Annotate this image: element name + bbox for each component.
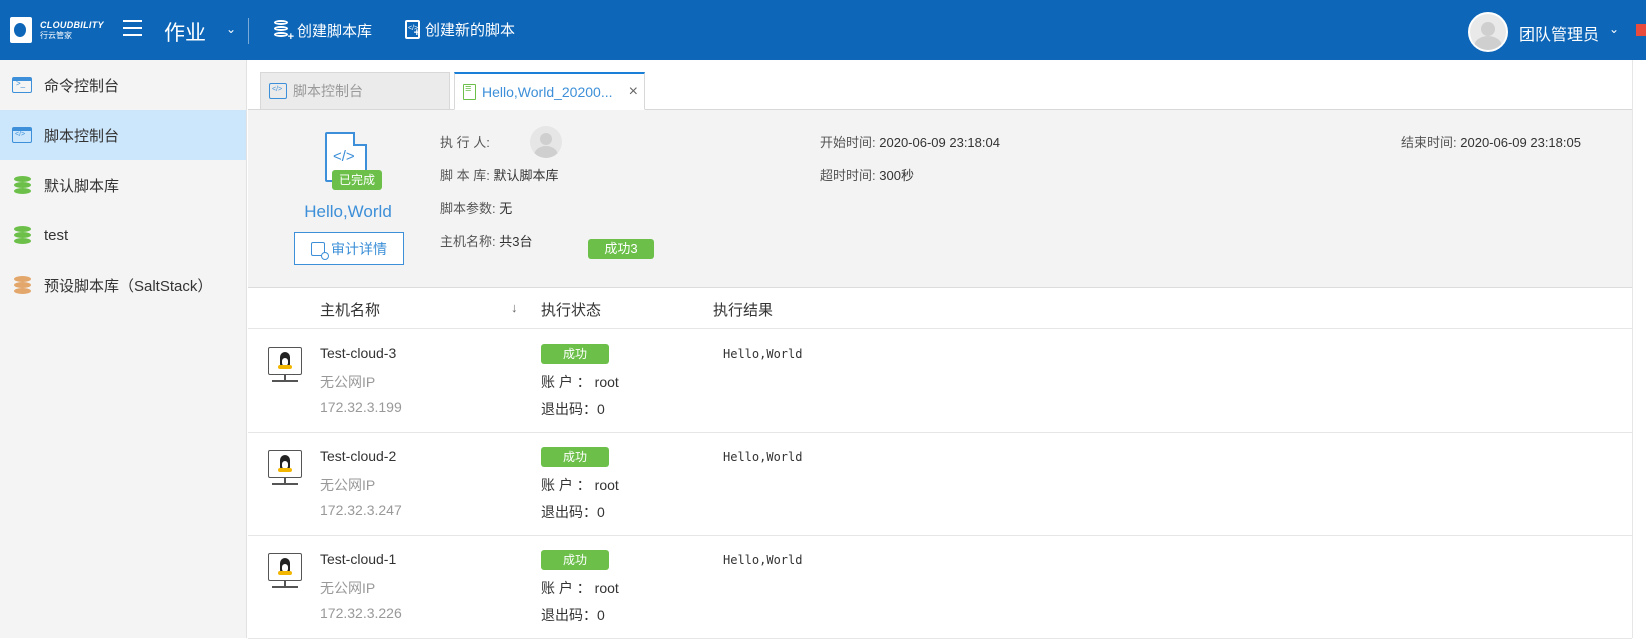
- scrollbar[interactable]: [1632, 60, 1646, 638]
- public-ip: 无公网IP: [320, 477, 376, 493]
- user-name[interactable]: 团队管理员: [1519, 21, 1599, 45]
- sidebar-item-script-console[interactable]: 脚本控制台: [0, 110, 246, 160]
- terminal-icon: [12, 77, 32, 93]
- private-ip: 172.32.3.247: [320, 502, 402, 518]
- linux-host-icon: [268, 450, 302, 478]
- column-host[interactable]: 主机名称: [320, 299, 380, 320]
- start-time-value: 2020-06-09 23:18:04: [879, 135, 1000, 150]
- audit-details-button[interactable]: 审计详情: [294, 232, 404, 265]
- tab-label: 脚本控制台: [293, 83, 363, 99]
- tab-script-console[interactable]: 脚本控制台: [260, 72, 450, 110]
- table-row: Test-cloud-1 无公网IP 172.32.3.226 成功 账 户 ：…: [248, 536, 1632, 639]
- status-badge: 成功: [541, 550, 609, 570]
- create-script-label: 创建新的脚本: [425, 22, 516, 39]
- create-library-label: 创建脚本库: [297, 22, 373, 40]
- create-script-button[interactable]: + 创建新的脚本: [405, 19, 515, 40]
- tab-bar: 脚本控制台 Hello,World_20200... ×: [248, 60, 1632, 110]
- exit-code: 退出码：0: [541, 401, 605, 417]
- account: 账 户 ： root: [541, 477, 619, 493]
- script-add-icon: +: [405, 20, 420, 39]
- linux-host-icon: [268, 347, 302, 375]
- account: 账 户 ： root: [541, 374, 619, 390]
- database-add-icon: +: [272, 19, 294, 43]
- start-time-field: 开始时间: 2020-06-09 23:18:04: [820, 135, 1000, 150]
- top-bar: CLOUDBILITY 行云管家 作业 ⌄ + 创建脚本库 + 创建新的脚本 团…: [0, 0, 1646, 60]
- host-name: Test-cloud-1: [320, 551, 397, 567]
- account: 账 户 ： root: [541, 580, 619, 596]
- hosts-field: 主机名称: 共3台: [440, 234, 533, 249]
- tab-label: Hello,World_20200...: [482, 83, 613, 100]
- sidebar-item-label: 命令控制台: [44, 77, 120, 95]
- tab-hello-world[interactable]: Hello,World_20200... ×: [454, 72, 645, 110]
- menu-icon[interactable]: [123, 20, 142, 36]
- audit-search-icon: [311, 241, 329, 260]
- timeout-value: 300秒: [879, 168, 914, 183]
- table-row: Test-cloud-3 无公网IP 172.32.3.199 成功 账 户 ：…: [248, 330, 1632, 433]
- status-badge: 成功: [541, 447, 609, 467]
- exit-code: 退出码：0: [541, 504, 605, 520]
- script-title: Hello,World: [304, 202, 392, 221]
- sidebar-item-label: 预设脚本库（SaltStack）: [44, 277, 213, 295]
- cloudbility-logo[interactable]: CLOUDBILITY 行云管家: [10, 12, 115, 48]
- private-ip: 172.32.3.226: [320, 605, 402, 621]
- sort-arrow-icon[interactable]: ↓: [511, 300, 518, 315]
- sidebar-item-label: test: [44, 226, 69, 244]
- sidebar-item-command-console[interactable]: 命令控制台: [0, 60, 246, 110]
- user-avatar[interactable]: [1468, 12, 1508, 52]
- public-ip: 无公网IP: [320, 374, 376, 390]
- divider: [248, 18, 249, 44]
- end-time-field: 结束时间: 2020-06-09 23:18:05: [1401, 135, 1581, 150]
- create-library-button[interactable]: + 创建脚本库: [272, 19, 373, 43]
- column-status: 执行状态: [541, 302, 602, 319]
- logo-icon: [10, 15, 36, 45]
- chevron-down-icon[interactable]: ⌄: [226, 22, 236, 36]
- sidebar-item-label: 脚本控制台: [44, 127, 120, 145]
- sidebar-item-default-library[interactable]: 默认脚本库: [0, 160, 246, 210]
- table-header: 主机名称 ↓ 执行状态 执行结果: [248, 288, 1632, 329]
- params-value: 无: [499, 201, 513, 216]
- end-time-value: 2020-06-09 23:18:05: [1460, 135, 1581, 150]
- execution-result: Hello,World: [723, 553, 803, 567]
- chevron-down-icon[interactable]: ⌄: [1609, 22, 1619, 36]
- execution-result: Hello,World: [723, 347, 803, 361]
- module-title[interactable]: 作业: [164, 17, 206, 47]
- linux-host-icon: [268, 553, 302, 581]
- library-field: 脚 本 库: 默认脚本库: [440, 168, 559, 183]
- host-name: Test-cloud-2: [320, 448, 397, 464]
- params-field: 脚本参数: 无: [440, 201, 513, 216]
- logo-text-en: CLOUDBILITY: [40, 19, 104, 30]
- database-icon: [12, 176, 32, 194]
- logo-text-cn: 行云管家: [40, 30, 72, 40]
- sidebar-item-saltstack[interactable]: 预设脚本库（SaltStack）: [0, 260, 246, 310]
- database-icon: [12, 276, 32, 294]
- hosts-value: 共3台: [499, 234, 533, 249]
- exit-code: 退出码：0: [541, 607, 605, 623]
- sidebar-item-test[interactable]: test: [0, 210, 246, 260]
- code-window-icon: [12, 127, 32, 143]
- table-row: Test-cloud-2 无公网IP 172.32.3.247 成功 账 户 ：…: [248, 433, 1632, 536]
- executor-avatar: [530, 126, 562, 158]
- host-name: Test-cloud-3: [320, 345, 397, 361]
- execution-detail-panel: 已完成 Hello,World 审计详情 执 行 人: 脚 本 库: 默认脚本库…: [248, 110, 1632, 288]
- public-ip: 无公网IP: [320, 580, 376, 596]
- executor-label: 执 行 人:: [440, 135, 490, 150]
- execution-result: Hello,World: [723, 450, 803, 464]
- status-badge: 成功: [541, 344, 609, 364]
- close-icon[interactable]: ×: [629, 84, 638, 100]
- edge-indicator: [1636, 24, 1646, 36]
- database-icon: [12, 226, 32, 244]
- column-result: 执行结果: [713, 302, 774, 319]
- code-window-icon: [269, 83, 287, 99]
- timeout-field: 超时时间: 300秒: [820, 168, 914, 183]
- success-count-badge: 成功3: [588, 239, 654, 259]
- private-ip: 172.32.3.199: [320, 399, 402, 415]
- sidebar: 命令控制台 脚本控制台 默认脚本库 test 预设脚本库（SaltStack）: [0, 60, 247, 638]
- status-badge: 已完成: [332, 170, 383, 190]
- audit-details-label: 审计详情: [331, 240, 387, 257]
- library-value: 默认脚本库: [493, 168, 559, 183]
- sidebar-item-label: 默认脚本库: [44, 177, 120, 195]
- document-icon: [463, 83, 476, 100]
